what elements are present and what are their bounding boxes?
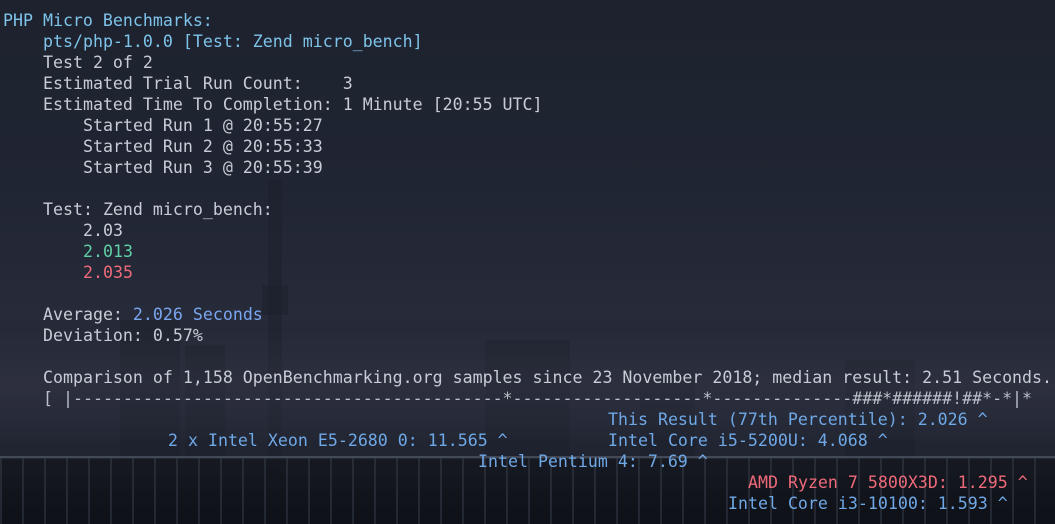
pentium-marker: Intel Pentium 4: 7.69 ^ <box>478 452 708 471</box>
time-to-completion: Estimated Time To Completion: 1 Minute [… <box>43 95 543 114</box>
benchmark-title: PHP Micro Benchmarks: <box>3 11 213 30</box>
test-count: Test 2 of 2 <box>43 53 153 72</box>
run-line-1: Started Run 1 @ 20:55:27 <box>83 116 323 135</box>
i5-marker: Intel Core i5-5200U: 4.068 ^ <box>608 431 888 450</box>
average-value: 2.026 Seconds <box>132 305 263 324</box>
ryzen-marker: AMD Ryzen 7 5800X3D: 1.295 ^ <box>748 473 1028 492</box>
xeon-marker: 2 x Intel Xeon E5-2680 0: 11.565 ^ <box>168 431 508 450</box>
results-heading: Test: Zend micro_bench: <box>43 200 273 219</box>
average-line: Average: 2.026 Seconds <box>43 304 263 325</box>
deviation-line: Deviation: 0.57% <box>43 326 203 345</box>
this-result-marker: This Result (77th Percentile): 2.026 ^ <box>608 410 988 429</box>
result-value-1: 2.03 <box>83 221 123 240</box>
result-value-3: 2.035 <box>83 263 133 282</box>
run-line-3: Started Run 3 @ 20:55:39 <box>83 158 323 177</box>
run-line-2: Started Run 2 @ 20:55:33 <box>83 137 323 156</box>
i3-marker: Intel Core i3-10100: 1.593 ^ <box>728 494 1008 513</box>
result-value-2: 2.013 <box>83 242 133 261</box>
test-profile: pts/php-1.0.0 [Test: Zend micro_bench] <box>43 32 423 51</box>
comparison-text: Comparison of 1,158 OpenBenchmarking.org… <box>43 368 1053 387</box>
average-label: Average: <box>43 305 133 324</box>
comparison-bar: [ |-------------------------------------… <box>43 389 1033 408</box>
terminal-output: PHP Micro Benchmarks: pts/php-1.0.0 [Tes… <box>0 0 1055 524</box>
trial-run-count: Estimated Trial Run Count: 3 <box>43 74 353 93</box>
